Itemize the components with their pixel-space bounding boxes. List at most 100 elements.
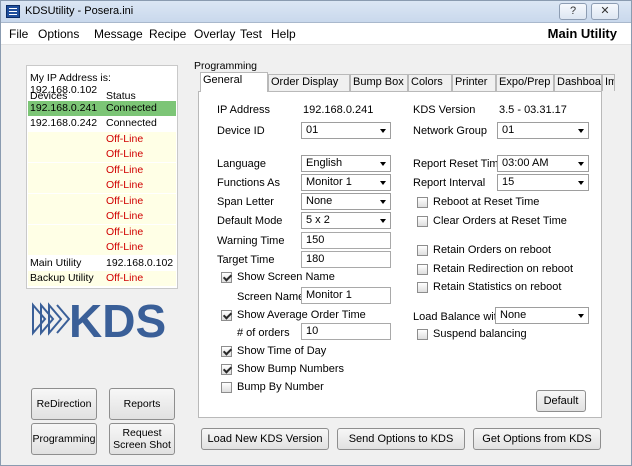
device-row[interactable]: 192.168.0.241 Connected bbox=[28, 101, 176, 116]
help-button[interactable]: ? bbox=[559, 3, 587, 20]
show-bump-numbers-label: Show Bump Numbers bbox=[237, 363, 344, 375]
retain-orders-checkbox[interactable] bbox=[417, 245, 428, 256]
device-row[interactable]: Off-Line bbox=[28, 225, 176, 240]
device-row[interactable]: Off-Line bbox=[28, 163, 176, 178]
retain-stats-label: Retain Statistics on reboot bbox=[433, 281, 562, 293]
device-row[interactable]: Off-Line bbox=[28, 178, 176, 193]
get-options-button[interactable]: Get Options from KDS bbox=[473, 428, 601, 450]
ip-address-label: IP Address bbox=[217, 104, 270, 116]
report-reset-dropdown[interactable]: 03:00 AM bbox=[497, 155, 589, 172]
default-mode-value: 5 x 2 bbox=[306, 214, 330, 226]
device-id-dropdown[interactable]: 01 bbox=[301, 122, 391, 139]
tab-colors[interactable]: Colors bbox=[408, 74, 452, 91]
retain-redirection-checkbox[interactable] bbox=[417, 264, 428, 275]
retain-redirection-label: Retain Redirection on reboot bbox=[433, 263, 574, 275]
device-row[interactable]: 192.168.0.242 Connected bbox=[28, 116, 176, 131]
device-row[interactable]: Backup Utility Off-Line bbox=[28, 271, 176, 286]
device-status: Off-Line bbox=[106, 148, 144, 160]
suspend-balancing-checkbox[interactable] bbox=[417, 329, 428, 340]
device-status: Off-Line bbox=[106, 133, 144, 145]
network-group-label: Network Group bbox=[413, 125, 487, 137]
target-time-input[interactable]: 180 bbox=[301, 251, 391, 268]
default-mode-dropdown[interactable]: 5 x 2 bbox=[301, 212, 391, 229]
device-id-value: 01 bbox=[306, 124, 319, 136]
warning-time-label: Warning Time bbox=[217, 235, 285, 247]
title-bar: KDSUtility - Posera.ini ? ✕ bbox=[1, 1, 631, 23]
clear-orders-label: Clear Orders at Reset Time bbox=[433, 215, 567, 227]
load-new-kds-version-button[interactable]: Load New KDS Version bbox=[201, 428, 329, 450]
show-bump-numbers-checkbox[interactable] bbox=[221, 364, 232, 375]
tab-order-display[interactable]: Order Display bbox=[268, 74, 350, 91]
load-balance-dropdown[interactable]: None bbox=[495, 307, 589, 324]
menu-test[interactable]: Test bbox=[240, 27, 262, 41]
kds-version-label: KDS Version bbox=[413, 104, 476, 116]
device-row[interactable]: Off-Line bbox=[28, 147, 176, 162]
menu-help[interactable]: Help bbox=[271, 27, 296, 41]
window-title: KDSUtility - Posera.ini bbox=[25, 5, 134, 17]
request-label: Request bbox=[122, 427, 162, 439]
show-screen-name-checkbox[interactable] bbox=[221, 272, 232, 283]
num-orders-label: # of orders bbox=[237, 327, 290, 339]
tab-images[interactable]: Images bbox=[602, 74, 615, 91]
device-ip: 192.168.0.241 bbox=[30, 102, 98, 114]
ip-address-value: 192.168.0.241 bbox=[303, 104, 374, 116]
load-balance-value: None bbox=[500, 309, 527, 321]
device-status: Off-Line bbox=[106, 179, 144, 191]
tab-bump-box[interactable]: Bump Box bbox=[350, 74, 408, 91]
menu-file[interactable]: File bbox=[9, 27, 28, 41]
kds-logo: KDS bbox=[31, 291, 179, 347]
device-row[interactable]: Off-Line bbox=[28, 209, 176, 224]
device-row[interactable]: Off-Line bbox=[28, 132, 176, 147]
bump-by-number-checkbox[interactable] bbox=[221, 382, 232, 393]
device-status: Off-Line bbox=[106, 195, 144, 207]
reboot-reset-checkbox[interactable] bbox=[417, 197, 428, 208]
clear-orders-checkbox[interactable] bbox=[417, 216, 428, 227]
app-window: KDSUtility - Posera.ini ? ✕ File Options… bbox=[0, 0, 632, 466]
device-id-label: Device ID bbox=[217, 125, 265, 137]
chevron-down-icon bbox=[578, 129, 584, 133]
programming-button[interactable]: Programming bbox=[31, 423, 97, 455]
device-status: 192.168.0.102 bbox=[106, 257, 174, 269]
tab-expo-prep[interactable]: Expo/Prep bbox=[496, 74, 554, 91]
menu-options[interactable]: Options bbox=[38, 27, 79, 41]
num-orders-input[interactable]: 10 bbox=[301, 323, 391, 340]
functions-as-dropdown[interactable]: Monitor 1 bbox=[301, 174, 391, 191]
menu-recipe[interactable]: Recipe bbox=[149, 27, 186, 41]
report-interval-dropdown[interactable]: 15 bbox=[497, 174, 589, 191]
screen-name-input[interactable]: Monitor 1 bbox=[301, 287, 391, 304]
close-button[interactable]: ✕ bbox=[591, 3, 619, 20]
device-ip: 192.168.0.242 bbox=[30, 117, 98, 129]
functions-as-value: Monitor 1 bbox=[306, 176, 352, 188]
device-status: Off-Line bbox=[106, 241, 144, 253]
chevron-down-icon bbox=[578, 162, 584, 166]
request-screenshot-button[interactable]: Request Screen Shot bbox=[109, 423, 175, 455]
network-group-dropdown[interactable]: 01 bbox=[497, 122, 589, 139]
send-options-button[interactable]: Send Options to KDS bbox=[337, 428, 465, 450]
report-interval-label: Report Interval bbox=[413, 177, 486, 189]
device-row[interactable]: Main Utility 192.168.0.102 bbox=[28, 256, 176, 271]
kds-logo-mark: KDS bbox=[32, 295, 166, 347]
default-button[interactable]: Default bbox=[536, 390, 586, 412]
redirection-button[interactable]: ReDirection bbox=[31, 388, 97, 420]
tab-general[interactable]: General bbox=[200, 72, 268, 92]
chevron-down-icon bbox=[380, 200, 386, 204]
device-status: Connected bbox=[106, 117, 157, 129]
tab-printer[interactable]: Printer bbox=[452, 74, 496, 91]
device-row[interactable]: Off-Line bbox=[28, 240, 176, 255]
show-avg-order-time-checkbox[interactable] bbox=[221, 310, 232, 321]
warning-time-input[interactable]: 150 bbox=[301, 232, 391, 249]
target-time-label: Target Time bbox=[217, 254, 275, 266]
main-utility-label: Main Utility bbox=[547, 26, 617, 41]
menu-message[interactable]: Message bbox=[94, 27, 143, 41]
menu-overlay[interactable]: Overlay bbox=[194, 27, 235, 41]
show-screen-name-label: Show Screen Name bbox=[237, 271, 335, 283]
device-row[interactable]: Off-Line bbox=[28, 194, 176, 209]
span-letter-dropdown[interactable]: None bbox=[301, 193, 391, 210]
show-time-of-day-checkbox[interactable] bbox=[221, 346, 232, 357]
app-icon bbox=[6, 5, 20, 18]
language-dropdown[interactable]: English bbox=[301, 155, 391, 172]
retain-stats-checkbox[interactable] bbox=[417, 282, 428, 293]
reports-button[interactable]: Reports bbox=[109, 388, 175, 420]
device-status: Off-Line bbox=[106, 226, 144, 238]
tab-dashboard[interactable]: Dashboard bbox=[554, 74, 602, 91]
